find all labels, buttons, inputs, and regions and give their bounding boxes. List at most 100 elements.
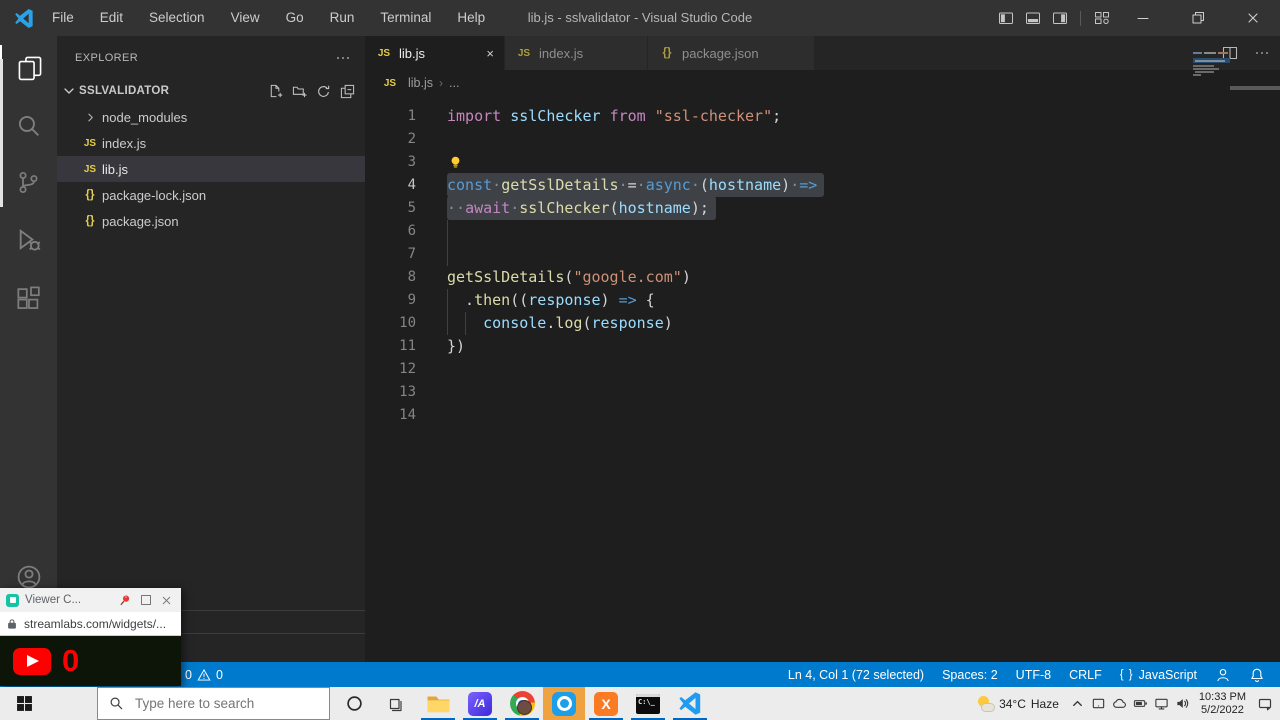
- action-center-icon[interactable]: [1254, 687, 1275, 720]
- network-icon[interactable]: [1151, 687, 1172, 720]
- status-crlf[interactable]: CRLF: [1060, 662, 1111, 687]
- tab-package.json[interactable]: {}package.json: [648, 36, 815, 70]
- file-index.js[interactable]: JSindex.js: [57, 130, 365, 156]
- file-lib.js[interactable]: JSlib.js: [57, 156, 365, 182]
- menu-edit[interactable]: Edit: [87, 0, 136, 36]
- status-spaces-2[interactable]: Spaces: 2: [933, 662, 1007, 687]
- taskbar-terminal-icon[interactable]: C:\_: [627, 687, 669, 720]
- code-line-12[interactable]: 12: [365, 358, 1280, 381]
- code-line-3[interactable]: 3: [365, 151, 1280, 174]
- menu-help[interactable]: Help: [444, 0, 498, 36]
- restore-button[interactable]: [1170, 0, 1225, 36]
- activity-run-debug-icon[interactable]: [0, 216, 57, 262]
- activity-search-icon[interactable]: [0, 102, 57, 148]
- code-line-5[interactable]: 5··await·sslChecker(hostname);: [365, 197, 1280, 220]
- customize-layout-icon[interactable]: [1088, 10, 1115, 26]
- menu-go[interactable]: Go: [273, 0, 317, 36]
- token: const: [447, 176, 492, 194]
- activity-source-control-icon[interactable]: [0, 159, 57, 205]
- widget-titlebar[interactable]: Viewer C...: [0, 588, 181, 612]
- chevron-up-icon[interactable]: [1067, 687, 1088, 720]
- tab-index.js[interactable]: JSindex.js: [505, 36, 648, 70]
- code-line-8[interactable]: 8getSslDetails("google.com"): [365, 266, 1280, 289]
- menu-terminal[interactable]: Terminal: [367, 0, 444, 36]
- code-line-4[interactable]: 4const·getSslDetails·=·async·(hostname)·…: [365, 174, 1280, 197]
- collapse-all-icon[interactable]: [340, 84, 355, 99]
- code-line-14[interactable]: 14: [365, 404, 1280, 427]
- indent-guide: [447, 289, 448, 312]
- menu-run[interactable]: Run: [317, 0, 368, 36]
- layout-sidebar-left-icon[interactable]: [992, 10, 1019, 26]
- activity-extensions-icon[interactable]: [0, 275, 57, 321]
- menu-selection[interactable]: Selection: [136, 0, 218, 36]
- file-package-lock.json[interactable]: {}package-lock.json: [57, 182, 365, 208]
- start-button[interactable]: [0, 687, 48, 720]
- minimize-button[interactable]: [1115, 0, 1170, 36]
- file-node_modules[interactable]: node_modules: [57, 104, 365, 130]
- editor-actions: [1222, 36, 1270, 70]
- battery-icon[interactable]: [1130, 687, 1151, 720]
- refresh-icon[interactable]: [316, 84, 331, 99]
- token: console: [483, 314, 546, 332]
- line-number: 6: [365, 220, 447, 243]
- status-ln-4-col-1-72-selected-[interactable]: Ln 4, Col 1 (72 selected): [779, 662, 933, 687]
- breadcrumb-more[interactable]: ...: [449, 76, 459, 90]
- code-line-9[interactable]: 9 .then((response) => {: [365, 289, 1280, 312]
- taskbar-vscode-icon[interactable]: [669, 687, 711, 720]
- taskbar-file-explorer-icon[interactable]: [417, 687, 459, 720]
- folder-section-header[interactable]: SSLVALIDATOR: [57, 78, 365, 104]
- line-number: 14: [365, 404, 447, 427]
- code-line-7[interactable]: 7: [365, 243, 1280, 266]
- status-javascript[interactable]: { }JavaScript: [1111, 662, 1206, 687]
- close-icon[interactable]: ×: [486, 46, 494, 61]
- status-feedback-icon[interactable]: [1206, 662, 1240, 687]
- maximize-icon[interactable]: [138, 592, 154, 608]
- widget-address-bar[interactable]: streamlabs.com/widgets/...: [0, 612, 181, 636]
- code-line-1[interactable]: 1import sslChecker from "ssl-checker";: [365, 105, 1280, 128]
- taskbar-chrome-icon[interactable]: [501, 687, 543, 720]
- pushpin-icon[interactable]: [117, 593, 132, 608]
- code-line-11[interactable]: 11}): [365, 335, 1280, 358]
- new-file-icon[interactable]: [268, 84, 283, 99]
- close-icon[interactable]: [160, 594, 173, 607]
- code-editor[interactable]: 1import sslChecker from "ssl-checker";23…: [365, 96, 1280, 662]
- close-button[interactable]: [1225, 0, 1280, 36]
- widget-url[interactable]: streamlabs.com/widgets/...: [24, 617, 166, 631]
- ellipsis-icon[interactable]: [1254, 45, 1270, 61]
- volume-icon[interactable]: [1172, 687, 1193, 720]
- menu-file[interactable]: File: [39, 0, 87, 36]
- taskbar-clock[interactable]: 10:33 PM 5/2/2022: [1199, 691, 1246, 717]
- breadcrumb[interactable]: JS lib.js › ...: [365, 70, 1280, 96]
- status-utf-8[interactable]: UTF-8: [1007, 662, 1060, 687]
- windows-logo-icon: [16, 695, 33, 712]
- breadcrumb-file[interactable]: lib.js: [408, 76, 433, 90]
- problems-status[interactable]: 0 0: [185, 662, 223, 687]
- taskbar-medal-icon[interactable]: /A: [459, 687, 501, 720]
- new-folder-icon[interactable]: [292, 84, 307, 99]
- activity-files-icon[interactable]: [0, 45, 57, 91]
- weather-widget[interactable]: 34°C Haze: [977, 696, 1059, 711]
- search-input[interactable]: [133, 695, 307, 712]
- code-line-10[interactable]: 10 console.log(response): [365, 312, 1280, 335]
- cloud-icon[interactable]: [1109, 687, 1130, 720]
- tab-lib.js[interactable]: JSlib.js×: [365, 36, 505, 70]
- ellipsis-icon[interactable]: [335, 50, 351, 66]
- taskbar-xampp-icon[interactable]: X: [585, 687, 627, 720]
- code-line-6[interactable]: 6: [365, 220, 1280, 243]
- widget-app-icon: [6, 594, 19, 607]
- layout-panel-icon[interactable]: [1019, 10, 1046, 26]
- file-package.json[interactable]: {}package.json: [57, 208, 365, 234]
- code-line-13[interactable]: 13: [365, 381, 1280, 404]
- tablet-icon[interactable]: [1088, 687, 1109, 720]
- menu-view[interactable]: View: [218, 0, 273, 36]
- taskbar-streamlabs-icon[interactable]: [543, 687, 585, 720]
- taskbar-search[interactable]: [97, 687, 330, 720]
- cortana-button[interactable]: [333, 687, 375, 720]
- task-view-button[interactable]: [375, 687, 417, 720]
- viewer-widget-window[interactable]: Viewer C... streamlabs.com/widgets/... 0: [0, 588, 181, 686]
- layout-sidebar-right-icon[interactable]: [1046, 10, 1073, 26]
- status-bell-icon[interactable]: [1240, 662, 1274, 687]
- overview-ruler-mark[interactable]: [1230, 86, 1280, 90]
- code-line-2[interactable]: 2: [365, 128, 1280, 151]
- lightbulb-icon[interactable]: [448, 155, 463, 170]
